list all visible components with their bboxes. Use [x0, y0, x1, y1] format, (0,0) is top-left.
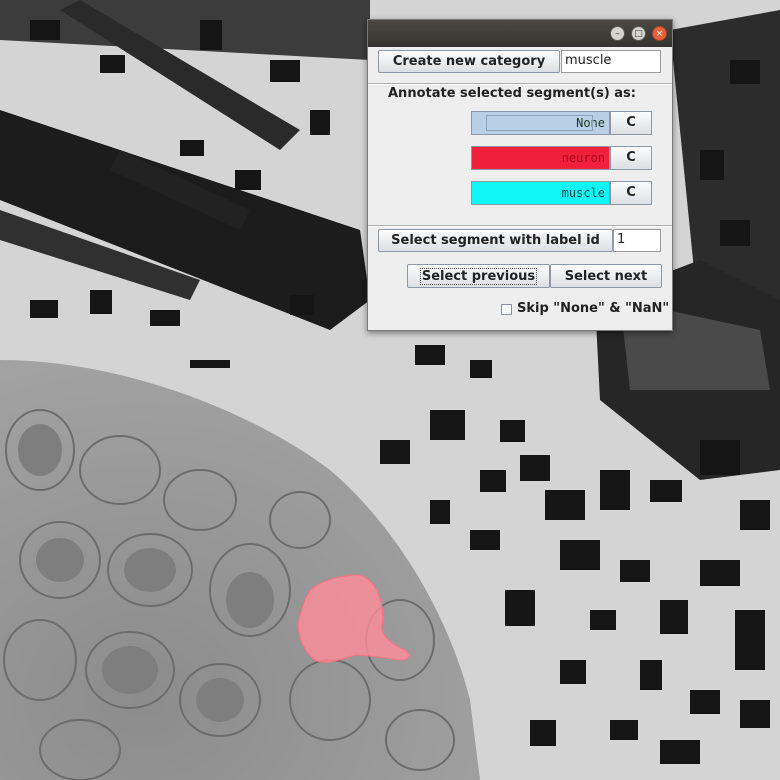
- clear-category-button-none[interactable]: C: [610, 111, 652, 135]
- select-by-label-button[interactable]: Select segment with label id: [378, 229, 613, 252]
- clear-category-button-muscle[interactable]: C: [610, 181, 652, 205]
- separator: [368, 83, 672, 85]
- maximize-icon[interactable]: □: [631, 26, 646, 41]
- label-id-input[interactable]: 1: [613, 229, 661, 252]
- minimize-icon[interactable]: –: [610, 26, 625, 41]
- category-button-neuron[interactable]: neuron: [471, 146, 610, 170]
- close-icon[interactable]: ×: [652, 26, 667, 41]
- category-button-muscle[interactable]: muscle: [471, 181, 610, 205]
- clear-category-button-neuron[interactable]: C: [610, 146, 652, 170]
- title-bar[interactable]: – □ ×: [368, 20, 672, 47]
- select-next-button[interactable]: Select next: [550, 264, 662, 288]
- annotation-dialog: – □ × Create new category muscle Annotat…: [367, 19, 673, 331]
- category-label: neuron: [561, 151, 605, 165]
- category-label: muscle: [561, 186, 605, 200]
- skip-checkbox[interactable]: [501, 304, 512, 315]
- focus-ring: [486, 115, 593, 131]
- separator: [368, 225, 672, 227]
- focus-indicator: Select previous: [419, 267, 538, 285]
- annotate-label: Annotate selected segment(s) as:: [388, 86, 636, 101]
- category-button-none[interactable]: None: [471, 111, 610, 135]
- skip-checkbox-label[interactable]: Skip "None" & "NaN": [517, 301, 669, 316]
- select-previous-button[interactable]: Select previous: [407, 264, 550, 288]
- category-name-input[interactable]: muscle: [561, 50, 661, 73]
- create-category-button[interactable]: Create new category: [378, 50, 560, 73]
